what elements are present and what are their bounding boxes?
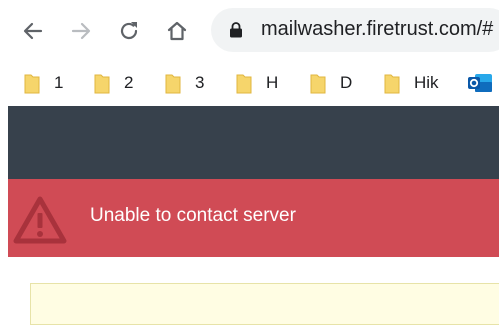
- folder-icon: [165, 74, 181, 94]
- browser-toolbar: mailwasher.firetrust.com/#: [0, 0, 499, 62]
- folder-icon: [24, 74, 40, 94]
- address-bar[interactable]: mailwasher.firetrust.com/#: [211, 8, 499, 52]
- bookmark-folder-h[interactable]: H: [236, 66, 278, 100]
- folder-icon: [384, 74, 400, 94]
- url-text[interactable]: mailwasher.firetrust.com/#: [261, 18, 493, 41]
- outlook-icon: [468, 74, 492, 92]
- bookmark-label: H: [266, 73, 279, 92]
- bookmark-outlook[interactable]: [467, 66, 493, 100]
- bookmark-label: 2: [124, 73, 134, 92]
- home-icon[interactable]: [160, 14, 194, 48]
- back-arrow-icon[interactable]: [16, 14, 50, 48]
- alert-message: Unable to contact server: [90, 205, 296, 226]
- notice-box: [30, 283, 499, 325]
- folder-icon: [236, 74, 252, 94]
- bookmark-label: D: [340, 73, 353, 92]
- warning-triangle-icon: [12, 195, 68, 245]
- bookmark-folder-1[interactable]: 1: [24, 66, 63, 100]
- bookmark-label: Hik: [414, 73, 439, 92]
- reload-icon[interactable]: [112, 14, 146, 48]
- error-alert: Unable to contact server: [8, 179, 499, 257]
- folder-icon: [310, 74, 326, 94]
- bookmark-folder-3[interactable]: 3: [165, 66, 204, 100]
- bookmarks-bar: 1 2 3 H D Hik: [0, 62, 499, 106]
- bookmark-folder-hik[interactable]: Hik: [384, 66, 439, 100]
- bookmark-folder-2[interactable]: 2: [94, 66, 133, 100]
- forward-arrow-icon[interactable]: [64, 14, 98, 48]
- site-header: [8, 106, 499, 179]
- bookmark-label: 3: [195, 73, 205, 92]
- folder-icon: [94, 74, 110, 94]
- lock-icon[interactable]: [229, 22, 243, 38]
- bookmark-label: 1: [54, 73, 64, 92]
- bookmark-folder-d[interactable]: D: [310, 66, 352, 100]
